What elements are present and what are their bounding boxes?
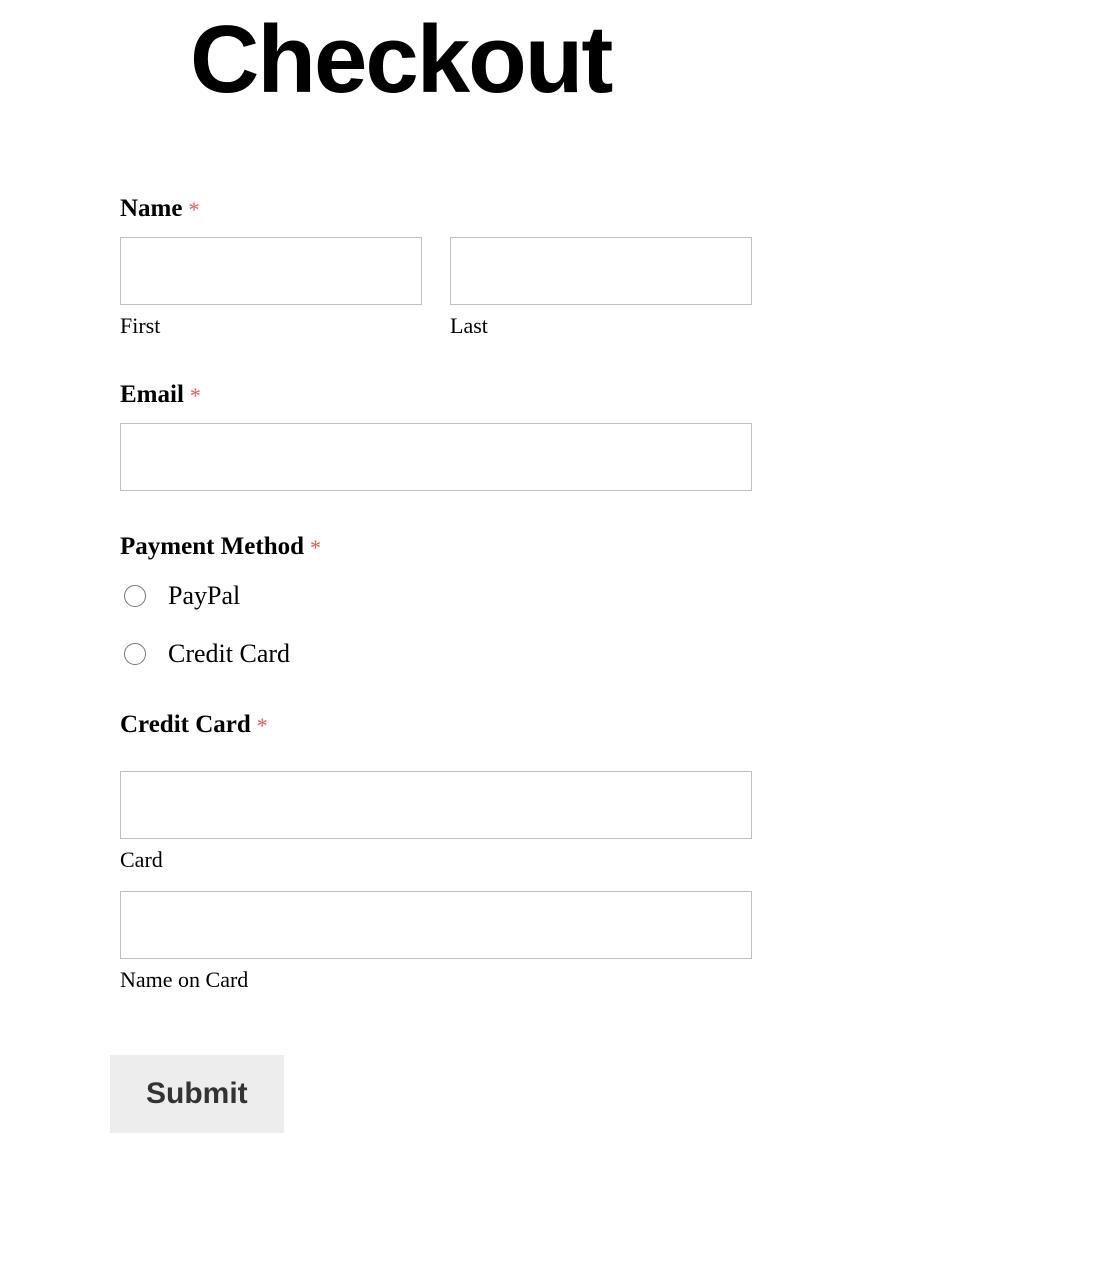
name-on-card-sublabel: Name on Card	[120, 967, 752, 993]
required-asterisk-icon: *	[190, 383, 201, 408]
first-name-input[interactable]	[120, 237, 422, 305]
required-asterisk-icon: *	[188, 197, 199, 222]
payment-method-field-group: Payment Method * PayPal Credit Card	[120, 533, 752, 669]
paypal-radio-input[interactable]	[124, 585, 146, 607]
payment-option-credit-card[interactable]: Credit Card	[120, 639, 752, 669]
submit-button[interactable]: Submit	[110, 1055, 284, 1133]
email-label: Email	[120, 381, 184, 409]
page-title: Checkout	[190, 5, 611, 115]
paypal-radio-label: PayPal	[168, 581, 240, 611]
required-asterisk-icon: *	[310, 535, 321, 560]
email-field-group: Email *	[120, 381, 752, 491]
payment-method-label: Payment Method	[120, 533, 304, 561]
email-input[interactable]	[120, 423, 752, 491]
last-name-input[interactable]	[450, 237, 752, 305]
card-sublabel: Card	[120, 847, 752, 873]
name-label: Name	[120, 195, 182, 223]
credit-card-label: Credit Card	[120, 711, 251, 739]
credit-card-radio-label: Credit Card	[168, 639, 290, 669]
last-name-sublabel: Last	[450, 313, 752, 339]
required-asterisk-icon: *	[257, 713, 268, 738]
checkout-form: Name * First Last Email * Payment Method…	[120, 195, 752, 1133]
name-field-group: Name * First Last	[120, 195, 752, 339]
credit-card-radio-input[interactable]	[124, 643, 146, 665]
first-name-sublabel: First	[120, 313, 422, 339]
card-number-input[interactable]	[120, 771, 752, 839]
credit-card-field-group: Credit Card * Card Name on Card	[120, 711, 752, 993]
payment-option-paypal[interactable]: PayPal	[120, 581, 752, 611]
name-on-card-input[interactable]	[120, 891, 752, 959]
